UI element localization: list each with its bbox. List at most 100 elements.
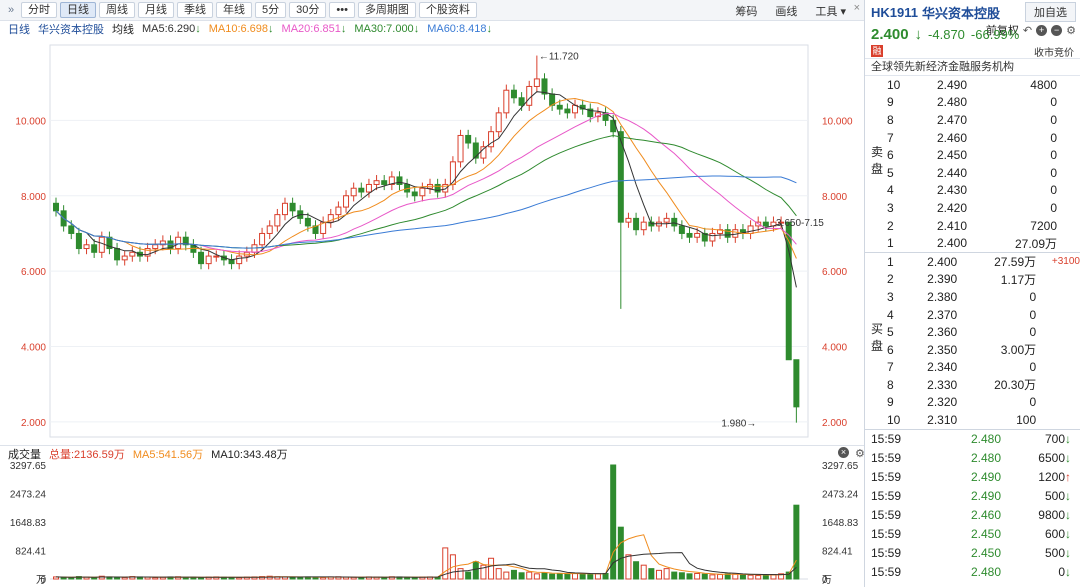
candle-body (281, 202, 288, 216)
orderbook-level: 10 (887, 77, 901, 92)
orderbook-row: 5 2.440 0 (865, 164, 1080, 182)
trade-tick-row: 15:59 2.450 600↓ (865, 525, 1080, 544)
candle-body (709, 232, 716, 242)
candle-body (526, 85, 533, 106)
period-button[interactable]: 分时 (21, 2, 57, 18)
orderbook-price: 2.310 (927, 413, 958, 428)
sell-side-label: 卖盘 (871, 145, 884, 176)
volume-bar (709, 574, 716, 580)
volume-bar (510, 569, 517, 580)
ma-value: MA30:7.000↓ (354, 23, 420, 35)
add-watchlist-button[interactable]: 加自选 (1025, 2, 1076, 22)
orderbook-price: 2.400 (927, 254, 958, 269)
tick-volume: 9800↓ (1001, 508, 1071, 522)
volume-bar (694, 572, 701, 580)
tick-price: 2.480 (970, 565, 1001, 580)
ma-value: MA20:6.851↓ (281, 23, 347, 35)
orderbook-qty: 0 (1050, 183, 1057, 198)
candle-body (358, 187, 365, 193)
candle-body (343, 195, 350, 208)
volume-bar (701, 573, 708, 580)
period-button[interactable]: ••• (329, 2, 355, 18)
toolbar-tool[interactable]: 画线 (775, 3, 797, 19)
orderbook-level: 8 (887, 112, 894, 127)
candle-body (449, 161, 456, 185)
period-button[interactable]: 个股资料 (418, 2, 477, 18)
tick-volume: 1200↑ (1001, 470, 1071, 484)
orderbook-row: 6 2.450 0 (865, 146, 1080, 164)
orderbook-price: 2.450 (936, 148, 967, 163)
orderbook-price: 2.380 (927, 289, 958, 304)
orderbook-row: 3 2.420 0 (865, 199, 1080, 217)
tick-price: 2.480 (970, 432, 1001, 447)
candle-body (152, 244, 159, 250)
volume-tick-left: 3297.65 (10, 461, 47, 472)
volume-bar (549, 573, 556, 580)
volume-chart[interactable]: 3297.65 3297.65 2473.24 2473.24 1648.83 1648.… (0, 461, 864, 587)
app-root: » 分时 日线 周线 月线 季线 年线 5分 30分 ••• 多周期图 个股资料 筹码 画线 工具 ▾ … (0, 0, 1080, 587)
price-change: -4.870 (928, 26, 965, 42)
tick-time: 15:59 (871, 508, 902, 523)
ma-down-arrow-icon: ↓ (486, 23, 493, 35)
toolbar-right: 筹码 画线 工具 ▾ (735, 3, 846, 19)
auction-label: 收市竞价 (1034, 47, 1074, 59)
orderbook-price: 2.460 (936, 130, 967, 145)
period-button[interactable]: 30分 (289, 2, 327, 18)
orderbook-qty: 0 (1029, 307, 1037, 322)
candle-body (259, 232, 266, 246)
volume-bar (678, 572, 685, 580)
volume-bar (465, 571, 472, 580)
close-volume-icon[interactable]: × (838, 447, 849, 458)
period-button[interactable]: 多周期图 (357, 2, 416, 18)
period-button[interactable]: 5分 (255, 2, 287, 18)
period-button[interactable]: 季线 (177, 2, 213, 18)
volume-bar (717, 574, 724, 580)
orderbook-price: 2.370 (927, 307, 958, 322)
candle-body (396, 176, 403, 185)
orderbook-row: 6 2.350 3.00万 (865, 341, 1080, 359)
orderbook-qty: 100 (1016, 413, 1037, 428)
volume-bar (564, 573, 571, 580)
quote-header: HK1911 华兴资本控股 加自选 (865, 0, 1080, 24)
tick-volume: 500↓ (1001, 489, 1071, 503)
period-button[interactable]: 周线 (99, 2, 135, 18)
period-button[interactable]: 日线 (60, 2, 96, 18)
orderbook-row: 7 2.460 0 (865, 129, 1080, 147)
orderbook-price: 2.400 (936, 236, 967, 251)
toolbar-tool[interactable]: 工具 ▾ (815, 3, 846, 19)
candle-body (251, 244, 258, 253)
orderbook-level: 3 (887, 200, 894, 215)
candle-body (503, 89, 510, 114)
period-button[interactable]: 年线 (216, 2, 252, 18)
volume-unit: 万 (36, 575, 46, 586)
orderbook-row: 1 2.400 27.59万 +3100 (865, 253, 1080, 271)
orderbook-qty: 0 (1029, 395, 1037, 410)
candle-body (793, 359, 800, 408)
orderbook-row: 7 2.340 0 (865, 359, 1080, 377)
arrow-up-icon: ↑ (1065, 470, 1071, 485)
collapse-arrow-icon[interactable]: » (4, 4, 18, 16)
period-toolbar: » 分时 日线 周线 月线 季线 年线 5分 30分 ••• 多周期图 个股资料 筹码 画线 工具 ▾ … (0, 0, 864, 21)
orderbook-qty: 0 (1029, 325, 1037, 340)
volume-bar (114, 576, 121, 580)
meta-row: 融 收市竞价 (865, 44, 1080, 59)
orderbook-qty: 4800 (1030, 77, 1057, 92)
tick-volume: 700↓ (1001, 432, 1071, 446)
period-button[interactable]: 月线 (138, 2, 174, 18)
ma-line (55, 97, 797, 259)
orderbook-row: 2 2.390 1.17万 (865, 271, 1080, 289)
ma-label: 均线 (112, 24, 134, 36)
y-tick-right: 10.000 (822, 116, 853, 127)
close-icon[interactable]: × (854, 2, 860, 14)
orderbook-row: 8 2.470 0 (865, 111, 1080, 129)
ma-down-arrow-icon: ↓ (340, 23, 347, 35)
toolbar-tool[interactable]: 筹码 (735, 3, 757, 19)
y-tick-left: 6.000 (21, 267, 46, 278)
price-chart[interactable]: 10.000 10.000 8.000 8.000 6.000 6.000 4.000 4.0… (0, 37, 864, 445)
candle-body (686, 232, 693, 238)
orderbook-level: 1 (887, 254, 894, 269)
volume-bar (121, 576, 128, 580)
tick-volume-value: 9800 (1038, 508, 1065, 523)
candle-body (53, 202, 59, 212)
trade-tick-row: 15:59 2.480 700↓ (865, 430, 1080, 449)
